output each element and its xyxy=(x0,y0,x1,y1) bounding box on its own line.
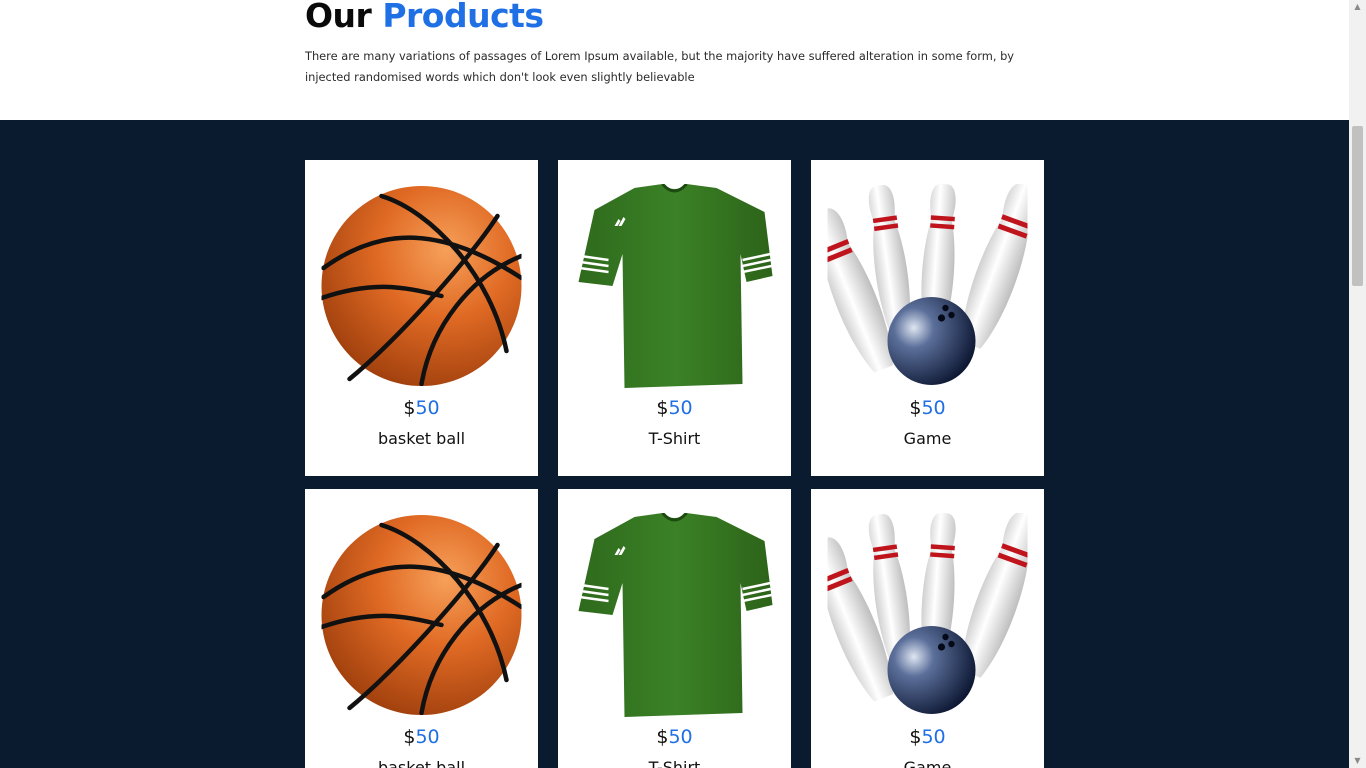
price-amount: 50 xyxy=(415,726,440,748)
products-grid: $50 basket ball $50 T-Shirt $50 Game $50… xyxy=(0,120,1349,768)
price-amount: 50 xyxy=(668,726,693,748)
scrollbar-thumb[interactable] xyxy=(1352,126,1363,286)
scroll-up-arrow-icon[interactable]: ▲ xyxy=(1349,0,1366,14)
product-price: $50 xyxy=(811,726,1044,748)
tshirt-icon xyxy=(577,184,774,389)
basketball-icon xyxy=(321,184,522,389)
basketball-icon xyxy=(321,513,522,718)
currency-symbol: $ xyxy=(909,726,922,748)
product-price: $50 xyxy=(558,726,791,748)
bowling-icon xyxy=(827,513,1028,714)
product-price: $50 xyxy=(811,397,1044,419)
page: Our Products There are many variations o… xyxy=(0,0,1349,768)
section-title-part1: Our xyxy=(305,0,372,35)
price-amount: 50 xyxy=(415,397,440,419)
product-card-basketball[interactable]: $50 basket ball xyxy=(305,489,538,768)
product-name: basket ball xyxy=(377,429,466,448)
currency-symbol: $ xyxy=(656,397,669,419)
currency-symbol: $ xyxy=(403,726,416,748)
product-price: $50 xyxy=(558,397,791,419)
price-amount: 50 xyxy=(921,726,946,748)
product-card-game[interactable]: $50 Game xyxy=(811,160,1044,476)
products-intro: Our Products There are many variations o… xyxy=(0,0,1349,120)
section-title: Our Products xyxy=(305,0,544,35)
tshirt-icon xyxy=(577,513,774,718)
bowling-icon xyxy=(827,184,1028,385)
product-name: T-Shirt xyxy=(648,758,701,768)
currency-symbol: $ xyxy=(656,726,669,748)
vertical-scrollbar[interactable]: ▲ ▼ xyxy=(1349,0,1366,768)
product-card-game[interactable]: $50 Game xyxy=(811,489,1044,768)
section-title-part2: Products xyxy=(382,0,544,35)
price-amount: 50 xyxy=(921,397,946,419)
currency-symbol: $ xyxy=(403,397,416,419)
currency-symbol: $ xyxy=(909,397,922,419)
product-price: $50 xyxy=(305,726,538,748)
price-amount: 50 xyxy=(668,397,693,419)
scroll-down-arrow-icon[interactable]: ▼ xyxy=(1349,754,1366,768)
product-card-basketball[interactable]: $50 basket ball xyxy=(305,160,538,476)
product-name: Game xyxy=(903,429,952,448)
product-name: Game xyxy=(903,758,952,768)
product-name: T-Shirt xyxy=(648,429,701,448)
product-name: basket ball xyxy=(377,758,466,768)
product-price: $50 xyxy=(305,397,538,419)
product-card-tshirt[interactable]: $50 T-Shirt xyxy=(558,489,791,768)
product-card-tshirt[interactable]: $50 T-Shirt xyxy=(558,160,791,476)
section-description: There are many variations of passages of… xyxy=(305,49,1015,84)
